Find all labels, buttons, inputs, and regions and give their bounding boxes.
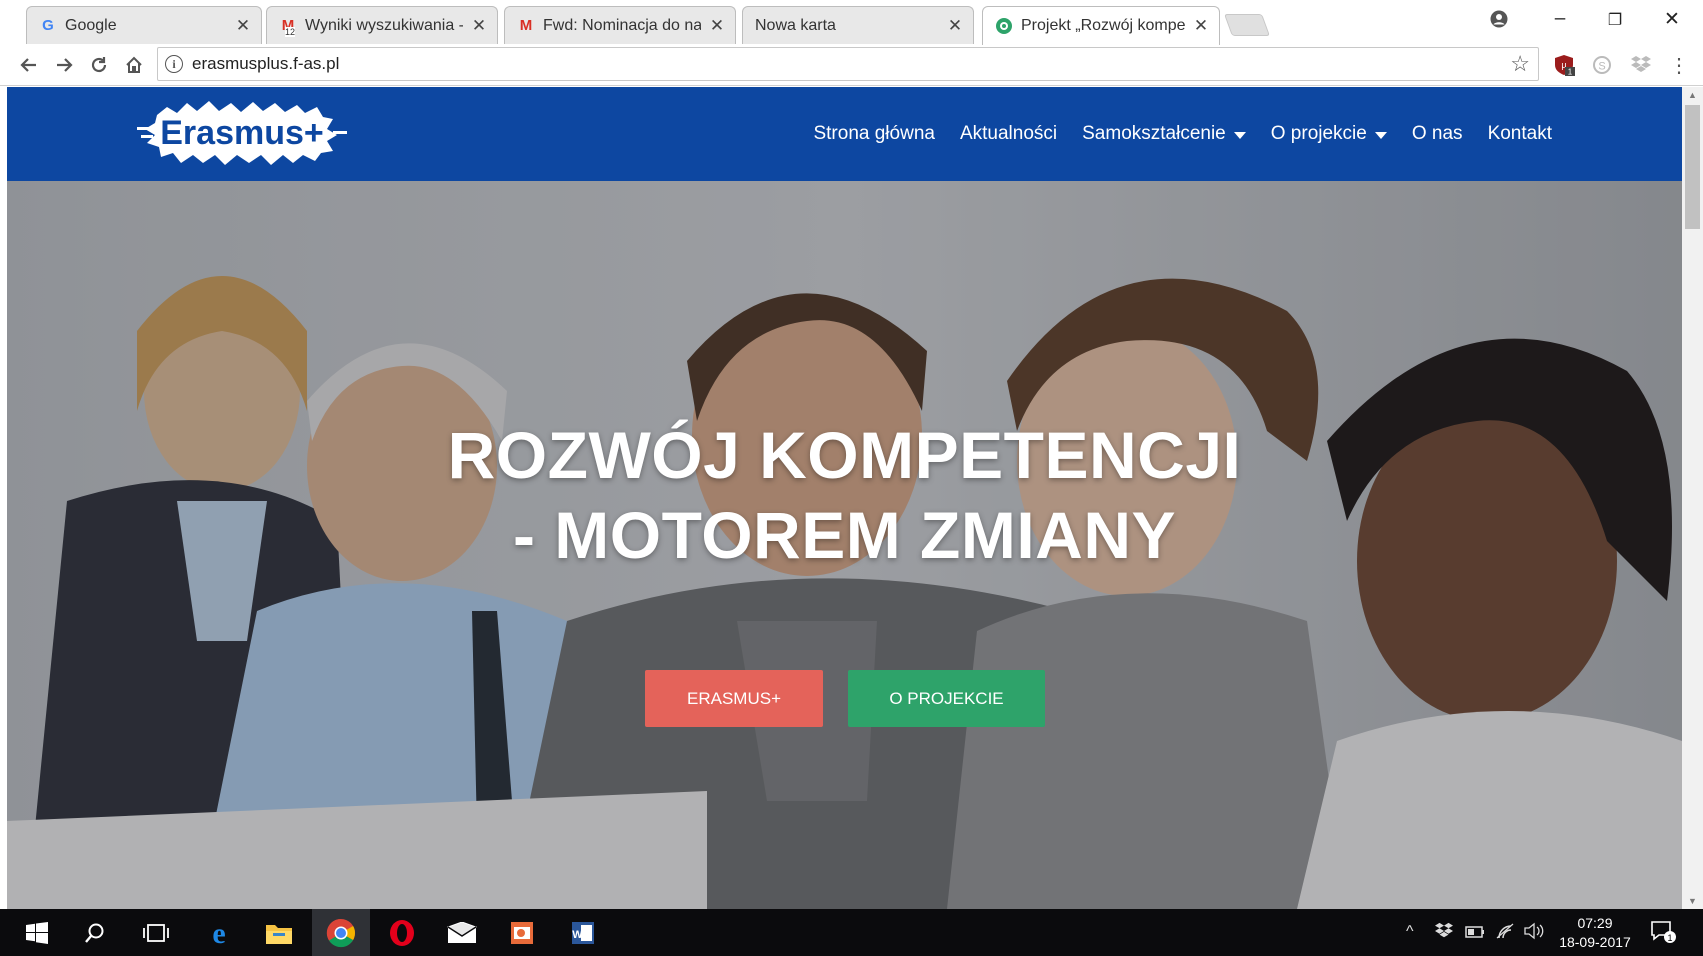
tab-title: Google bbox=[65, 16, 117, 34]
task-view-icon[interactable] bbox=[127, 909, 185, 956]
tab-title: Projekt „Rozwój kompete bbox=[1021, 17, 1185, 34]
opera-icon[interactable] bbox=[373, 909, 431, 956]
svg-text:S: S bbox=[1598, 61, 1605, 73]
tab-projekt[interactable]: Projekt „Rozwój kompete ✕ bbox=[982, 6, 1220, 45]
tab-title: Nowa karta bbox=[755, 16, 836, 34]
wifi-icon[interactable] bbox=[1495, 922, 1515, 945]
reload-icon[interactable] bbox=[84, 50, 114, 80]
tab-strip: G Google ✕ M 12 Wyniki wyszukiwania - n ✕… bbox=[0, 0, 1703, 45]
site-navbar: Erasmus+ Strona główna Aktualności Samok… bbox=[7, 87, 1682, 181]
show-hidden-icons-chevron-icon[interactable]: ^ bbox=[1406, 923, 1414, 941]
tab-gmail-search[interactable]: M 12 Wyniki wyszukiwania - n ✕ bbox=[266, 6, 498, 44]
about-project-button[interactable]: O PROJEKCIE bbox=[848, 670, 1045, 727]
menu-item-self-learning[interactable]: Samokształcenie bbox=[1082, 123, 1246, 145]
browser-toolbar: i erasmusplus.f-as.pl ☆ μ1 S ⋮ bbox=[0, 44, 1703, 86]
profile-icon[interactable] bbox=[1484, 10, 1514, 34]
edge-browser-icon[interactable]: e bbox=[190, 909, 248, 956]
scroll-up-arrow-icon[interactable]: ▲ bbox=[1682, 87, 1703, 103]
skype-extension-icon[interactable]: S bbox=[1590, 53, 1614, 77]
close-icon[interactable]: ✕ bbox=[1193, 16, 1209, 36]
tab-new[interactable]: Nowa karta ✕ bbox=[742, 6, 974, 44]
caret-down-icon bbox=[1374, 131, 1387, 139]
chrome-icon[interactable] bbox=[312, 909, 370, 956]
forward-icon[interactable] bbox=[49, 50, 79, 80]
new-tab-button[interactable] bbox=[1223, 14, 1271, 36]
close-icon[interactable]: ✕ bbox=[235, 16, 251, 36]
bookmark-star-icon[interactable]: ☆ bbox=[1510, 51, 1530, 77]
home-icon[interactable] bbox=[119, 50, 149, 80]
svg-text:e: e bbox=[212, 919, 225, 947]
google-icon: G bbox=[42, 17, 54, 34]
windows-taskbar: e W ^ 07:29 18-09-2017 1 bbox=[0, 909, 1703, 956]
word-icon[interactable]: W bbox=[554, 909, 612, 956]
volume-icon[interactable] bbox=[1523, 922, 1545, 945]
menu-label: Aktualności bbox=[959, 123, 1058, 144]
menu-label: Strona główna bbox=[813, 123, 935, 144]
menu-label: O projekcie bbox=[1270, 123, 1367, 144]
svg-text:W: W bbox=[572, 929, 583, 941]
page-scrollbar[interactable]: ▲ ▼ bbox=[1682, 87, 1703, 909]
menu-label: O nas bbox=[1411, 123, 1463, 144]
menu-item-about-us[interactable]: O nas bbox=[1412, 123, 1463, 145]
window-close-icon[interactable]: ✕ bbox=[1657, 8, 1687, 31]
scroll-thumb[interactable] bbox=[1685, 105, 1700, 229]
site-icon bbox=[995, 17, 1013, 35]
mail-icon[interactable] bbox=[433, 909, 491, 956]
url-text: erasmusplus.f-as.pl bbox=[192, 54, 340, 73]
tab-badge: 12 bbox=[285, 26, 296, 37]
menu-label: Samokształcenie bbox=[1082, 123, 1226, 144]
system-clock[interactable]: 07:29 18-09-2017 bbox=[1555, 914, 1635, 952]
back-icon[interactable] bbox=[14, 50, 44, 80]
menu-label: Kontakt bbox=[1487, 123, 1552, 144]
extension-badge: 1 bbox=[1568, 68, 1573, 77]
search-icon[interactable] bbox=[66, 909, 124, 956]
hero-section: ROZWÓJ KOMPETENCJI - MOTOREM ZMIANY ERAS… bbox=[7, 181, 1682, 909]
clock-time: 07:29 bbox=[1577, 915, 1613, 931]
tab-gmail-fwd[interactable]: M Fwd: Nominacja do nagr ✕ bbox=[504, 6, 736, 44]
main-menu: Strona główna Aktualności Samokształceni… bbox=[788, 87, 1552, 181]
ublock-extension-icon[interactable]: μ1 bbox=[1552, 53, 1576, 77]
menu-item-contact[interactable]: Kontakt bbox=[1488, 123, 1552, 145]
web-page: Erasmus+ Strona główna Aktualności Samok… bbox=[7, 87, 1682, 909]
menu-icon[interactable]: ⋮ bbox=[1667, 53, 1691, 77]
close-icon[interactable]: ✕ bbox=[709, 16, 725, 36]
dropbox-tray-icon[interactable] bbox=[1434, 922, 1454, 945]
battery-icon[interactable] bbox=[1464, 922, 1486, 945]
presentation-app-icon[interactable] bbox=[493, 909, 551, 956]
clock-date: 18-09-2017 bbox=[1559, 934, 1631, 950]
gmail-icon: M bbox=[519, 17, 533, 34]
tab-title: Wyniki wyszukiwania - n bbox=[305, 16, 463, 34]
erasmus-button[interactable]: ERASMUS+ bbox=[645, 670, 823, 727]
logo-text: Erasmus+ bbox=[160, 114, 324, 152]
scroll-down-arrow-icon[interactable]: ▼ bbox=[1682, 893, 1703, 909]
minimize-icon[interactable]: – bbox=[1545, 8, 1575, 30]
restore-icon[interactable]: ❐ bbox=[1600, 10, 1630, 30]
erasmus-logo[interactable]: Erasmus+ bbox=[137, 97, 349, 169]
dropbox-extension-icon[interactable] bbox=[1629, 53, 1653, 77]
close-icon[interactable]: ✕ bbox=[471, 16, 487, 36]
caret-down-icon bbox=[1233, 131, 1246, 139]
address-bar[interactable]: i erasmusplus.f-as.pl ☆ bbox=[157, 47, 1539, 81]
notification-count: 1 bbox=[1667, 933, 1672, 943]
windows-start-icon[interactable] bbox=[8, 909, 66, 956]
tab-title: Fwd: Nominacja do nagr bbox=[543, 16, 701, 34]
menu-item-news[interactable]: Aktualności bbox=[960, 123, 1057, 145]
gmail-icon: M 12 bbox=[281, 17, 296, 37]
menu-item-home[interactable]: Strona główna bbox=[813, 123, 934, 145]
tab-google[interactable]: G Google ✕ bbox=[26, 6, 262, 44]
hero-headline-line1: ROZWÓJ KOMPETENCJI bbox=[447, 418, 1242, 492]
file-explorer-icon[interactable] bbox=[250, 909, 308, 956]
menu-item-about-project[interactable]: O projekcie bbox=[1271, 123, 1387, 145]
notifications-icon[interactable]: 1 bbox=[1650, 920, 1676, 949]
info-icon[interactable]: i bbox=[165, 55, 183, 73]
hero-headline-line2: - MOTOREM ZMIANY bbox=[512, 498, 1177, 572]
close-icon[interactable]: ✕ bbox=[947, 16, 963, 36]
